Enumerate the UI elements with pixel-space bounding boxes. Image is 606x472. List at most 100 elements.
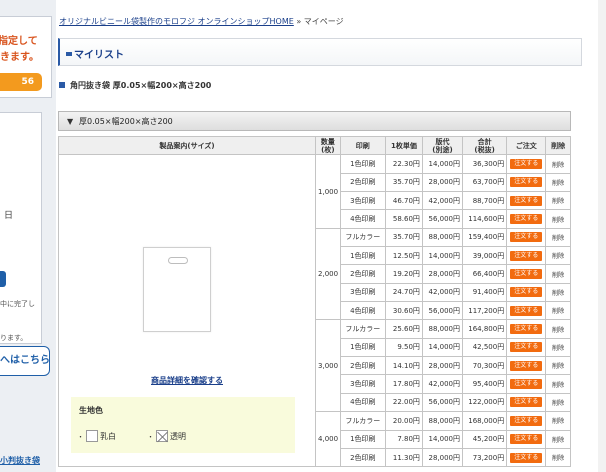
order-cell: 注文する bbox=[506, 319, 547, 339]
order-cell: 注文する bbox=[506, 374, 547, 394]
header-marker-icon bbox=[66, 52, 72, 56]
unit-price-cell: 9.50円 bbox=[384, 337, 423, 358]
header-total: 合計 (税抜) bbox=[462, 135, 508, 156]
order-cell: 注文する bbox=[506, 337, 547, 358]
delete-link[interactable]: 削除 bbox=[552, 327, 564, 334]
header-info: 製品案内(サイズ) bbox=[57, 135, 317, 156]
color-swatch-clear[interactable]: ・ 透明 bbox=[147, 430, 186, 443]
delete-link[interactable]: 削除 bbox=[552, 363, 564, 370]
delete-link[interactable]: 削除 bbox=[552, 345, 564, 352]
breadcrumb-home-link[interactable]: オリジナルビニール袋製作のモロフジ オンラインショップHOME bbox=[59, 17, 294, 26]
order-button[interactable]: 注文する bbox=[510, 250, 543, 261]
delete-cell: 削除 bbox=[545, 154, 571, 174]
order-button[interactable]: 注文する bbox=[510, 415, 543, 426]
order-button[interactable]: 注文する bbox=[510, 269, 543, 280]
order-button[interactable]: 注文する bbox=[510, 177, 543, 188]
product-bag-image[interactable] bbox=[143, 247, 211, 333]
order-button[interactable]: 注文する bbox=[510, 159, 543, 170]
unit-price-cell: 17.80円 bbox=[384, 374, 423, 394]
sidebar-banner[interactable]: 指定して きます。 56 bbox=[0, 16, 52, 98]
order-cell: 注文する bbox=[506, 447, 547, 468]
unit-price-cell: 22.00円 bbox=[384, 392, 423, 413]
plate-fee-cell: 28,000円 bbox=[421, 264, 464, 284]
unit-price-cell: 30.60円 bbox=[384, 301, 423, 321]
delete-link[interactable]: 削除 bbox=[552, 308, 564, 315]
print-type-cell: 3色印刷 bbox=[339, 374, 386, 394]
delete-link[interactable]: 削除 bbox=[552, 382, 564, 389]
sidebar-blue-button[interactable] bbox=[0, 271, 6, 287]
unit-price-cell: 46.70円 bbox=[384, 191, 423, 211]
price-table-body: 商品詳細を確認する 生地色・乳白・透明 1,000 1色印刷 22.30円 14,000円… bbox=[57, 154, 571, 468]
unit-price-cell: 19.20円 bbox=[384, 264, 423, 284]
order-cell: 注文する bbox=[506, 392, 547, 413]
clear-swatch-icon bbox=[156, 430, 168, 443]
delete-link[interactable]: 削除 bbox=[552, 253, 564, 260]
price-table: 製品案内(サイズ) 数量 (枚) 印刷 1枚単価 版代 (別途) 合計 (税抜)… bbox=[57, 135, 571, 468]
print-type-cell: 1色印刷 bbox=[339, 337, 386, 358]
delete-link[interactable]: 削除 bbox=[552, 455, 564, 462]
delete-cell: 削除 bbox=[545, 246, 571, 266]
order-button[interactable]: 注文する bbox=[510, 434, 543, 445]
total-price-cell: 36,300円 bbox=[462, 154, 508, 174]
sidebar-day-text: 日 bbox=[4, 211, 14, 221]
order-button[interactable]: 注文する bbox=[510, 342, 543, 353]
order-button[interactable]: 注文する bbox=[510, 214, 543, 225]
delete-link[interactable]: 削除 bbox=[552, 418, 564, 425]
product-title-text: 角円抜き袋 厚0.05×幅200×高さ200 bbox=[70, 81, 212, 90]
print-type-cell: 4色印刷 bbox=[339, 209, 386, 229]
delete-link[interactable]: 削除 bbox=[552, 180, 564, 187]
color-swatch-milky[interactable]: ・ 乳白 bbox=[77, 430, 116, 443]
delete-link[interactable]: 削除 bbox=[552, 198, 564, 205]
delete-link[interactable]: 削除 bbox=[552, 437, 564, 444]
color-label-clear: 透明 bbox=[170, 432, 186, 442]
order-cell: 注文する bbox=[506, 227, 547, 248]
plate-fee-cell: 56,000円 bbox=[421, 392, 464, 413]
size-section-bar[interactable]: ▼ 厚0.05×幅200×高さ200 bbox=[58, 111, 571, 131]
bag-handle-hole bbox=[168, 257, 188, 265]
order-cell: 注文する bbox=[506, 301, 547, 321]
quantity-cell: 1,000 bbox=[315, 154, 341, 229]
sidebar-text-1: 中に完了し bbox=[0, 300, 35, 308]
quantity-cell: 2,000 bbox=[315, 227, 341, 321]
order-button[interactable]: 注文する bbox=[510, 397, 543, 408]
order-button[interactable]: 注文する bbox=[510, 287, 543, 298]
total-price-cell: 70,300円 bbox=[462, 356, 508, 376]
delete-cell: 削除 bbox=[545, 356, 571, 376]
total-price-cell: 91,400円 bbox=[462, 282, 508, 303]
delete-link[interactable]: 削除 bbox=[552, 290, 564, 297]
unit-price-cell: 25.60円 bbox=[384, 319, 423, 339]
delete-cell: 削除 bbox=[545, 374, 571, 394]
delete-link[interactable]: 削除 bbox=[552, 400, 564, 407]
print-type-cell: 1色印刷 bbox=[339, 429, 386, 449]
delete-link[interactable]: 削除 bbox=[552, 235, 564, 242]
sidebar-bottom-link[interactable]: 小判抜き袋 bbox=[0, 455, 52, 466]
delete-link[interactable]: 削除 bbox=[552, 217, 564, 224]
product-detail-link[interactable]: 商品詳細を確認する bbox=[60, 375, 315, 386]
delete-cell: 削除 bbox=[545, 172, 571, 193]
header-order: ご注文 bbox=[506, 135, 547, 156]
unit-price-cell: 35.70円 bbox=[384, 172, 423, 193]
order-button[interactable]: 注文する bbox=[510, 452, 543, 463]
vertical-scrollbar[interactable] bbox=[598, 0, 606, 472]
order-button[interactable]: 注文する bbox=[510, 379, 543, 390]
order-cell: 注文する bbox=[506, 429, 547, 449]
order-button[interactable]: 注文する bbox=[510, 324, 543, 335]
order-cell: 注文する bbox=[506, 411, 547, 431]
size-section-label: 厚0.05×幅200×高さ200 bbox=[79, 117, 173, 126]
bullet-icon: ・ bbox=[77, 433, 84, 442]
header-plate: 版代 (別途) bbox=[421, 135, 464, 156]
plate-fee-cell: 56,000円 bbox=[421, 209, 464, 229]
delete-link[interactable]: 削除 bbox=[552, 162, 564, 169]
unit-price-cell: 22.30円 bbox=[384, 154, 423, 174]
header-delete: 削除 bbox=[545, 135, 571, 156]
sidebar-banner-button[interactable]: 56 bbox=[0, 73, 42, 91]
mylist-header: マイリスト bbox=[58, 38, 582, 66]
order-button[interactable]: 注文する bbox=[510, 360, 543, 371]
order-button[interactable]: 注文する bbox=[510, 232, 543, 243]
order-button[interactable]: 注文する bbox=[510, 305, 543, 316]
delete-link[interactable]: 削除 bbox=[552, 272, 564, 279]
quantity-cell: 4,000 bbox=[315, 411, 341, 468]
sidebar-cta-button[interactable]: へはこちら bbox=[0, 346, 50, 376]
order-button[interactable]: 注文する bbox=[510, 195, 543, 206]
total-price-cell: 159,400円 bbox=[462, 227, 508, 248]
